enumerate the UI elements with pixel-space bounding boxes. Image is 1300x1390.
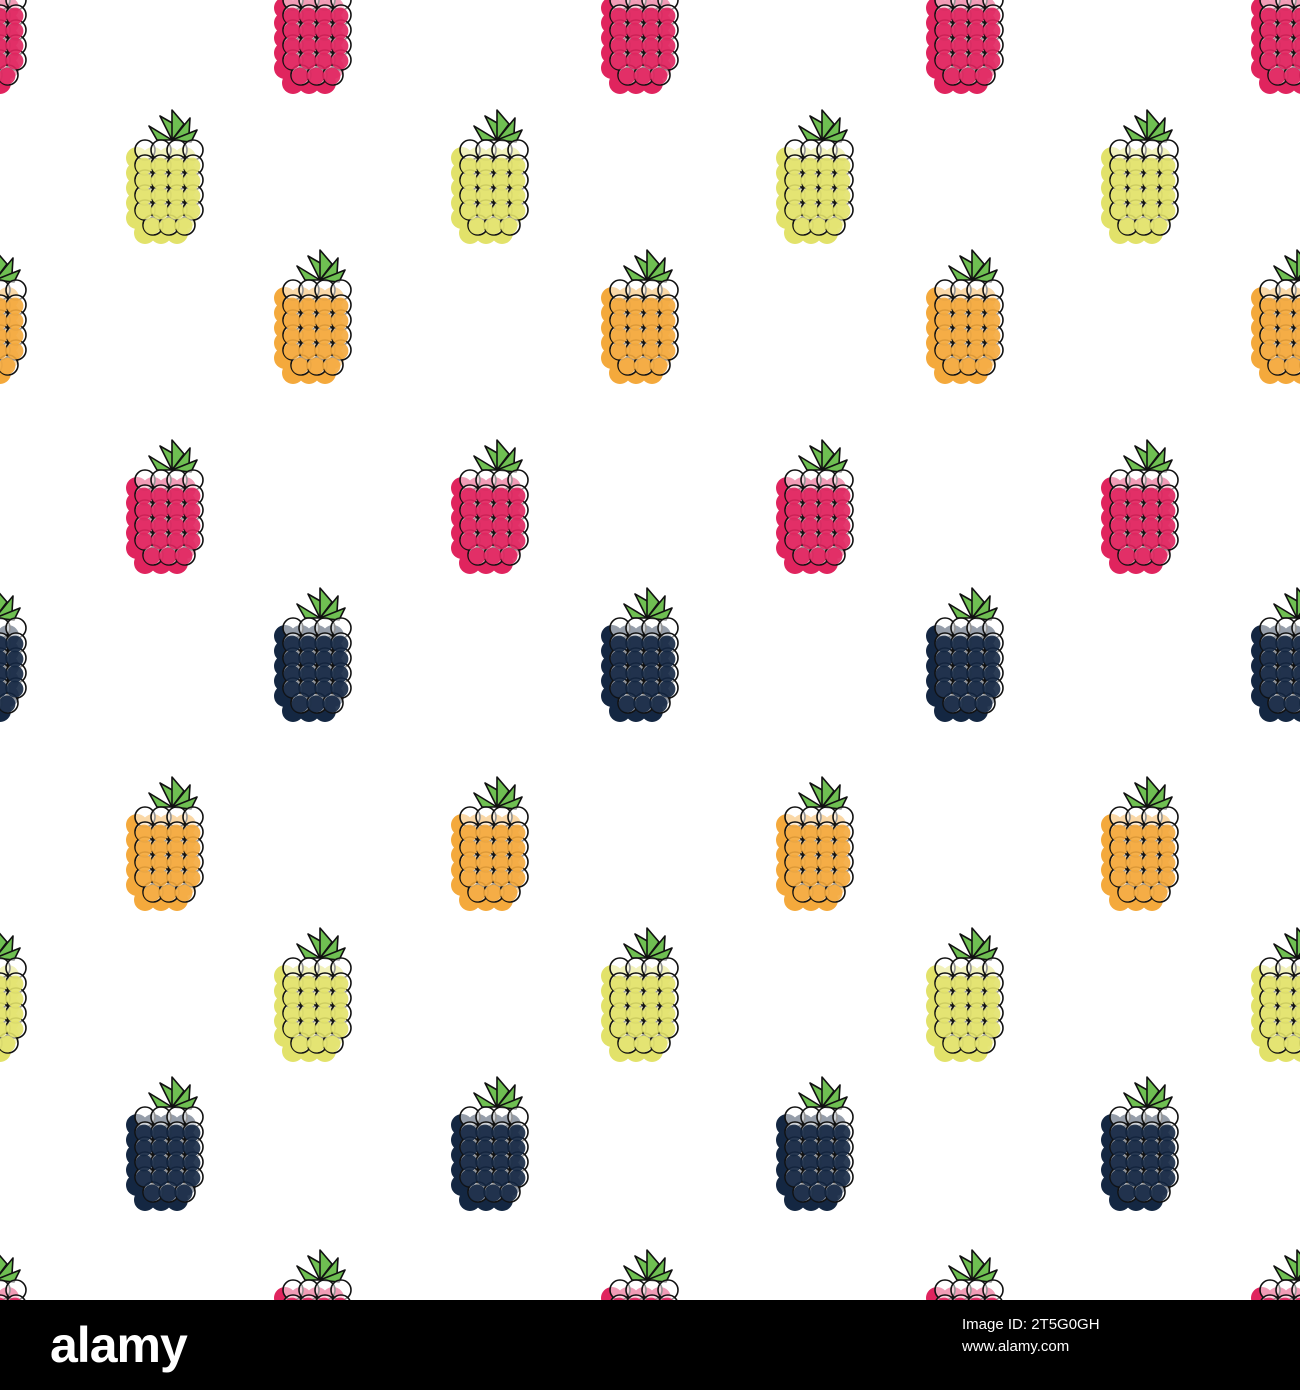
raspberry-icon bbox=[601, 0, 679, 94]
raspberry-icon bbox=[601, 249, 679, 384]
site-url-text: www.alamy.com bbox=[962, 1338, 1070, 1355]
raspberry-icon bbox=[126, 1076, 204, 1211]
berry-pattern bbox=[0, 0, 1300, 1300]
raspberry-icon bbox=[926, 249, 1004, 384]
raspberry-icon bbox=[601, 1249, 679, 1300]
raspberry-icon bbox=[1101, 1076, 1179, 1211]
raspberry-icon bbox=[274, 0, 352, 94]
raspberry-icon bbox=[926, 587, 1004, 722]
image-id-text: Image ID: 2T5G0GH bbox=[962, 1316, 1100, 1333]
raspberry-icon bbox=[0, 254, 27, 384]
raspberry-icon bbox=[1251, 0, 1300, 94]
berry-pattern-canvas bbox=[0, 0, 1300, 1300]
raspberry-icon bbox=[776, 776, 854, 911]
raspberry-icon bbox=[126, 109, 204, 244]
raspberry-icon bbox=[926, 0, 1004, 94]
raspberry-icon bbox=[601, 927, 679, 1062]
raspberry-icon bbox=[274, 927, 352, 1062]
raspberry-icon bbox=[776, 1076, 854, 1211]
raspberry-icon bbox=[274, 1249, 352, 1300]
raspberry-icon bbox=[1251, 1249, 1300, 1300]
raspberry-icon bbox=[126, 439, 204, 574]
raspberry-icon bbox=[451, 776, 529, 911]
raspberry-icon bbox=[0, 1254, 27, 1300]
raspberry-icon bbox=[1101, 439, 1179, 574]
raspberry-icon bbox=[1101, 109, 1179, 244]
raspberry-icon bbox=[126, 776, 204, 911]
image-metadata: Image ID: 2T5G0GH www.alamy.com bbox=[962, 1314, 1222, 1358]
raspberry-icon bbox=[0, 592, 27, 722]
raspberry-icon bbox=[451, 109, 529, 244]
raspberry-icon bbox=[0, 932, 27, 1062]
raspberry-icon bbox=[1101, 776, 1179, 911]
raspberry-icon bbox=[926, 1249, 1004, 1300]
raspberry-icon bbox=[1251, 249, 1300, 384]
raspberry-icon bbox=[451, 1076, 529, 1211]
raspberry-icon bbox=[451, 439, 529, 574]
raspberry-icon bbox=[0, 0, 27, 94]
raspberry-icon bbox=[601, 587, 679, 722]
raspberry-icon bbox=[1251, 927, 1300, 1062]
raspberry-icon bbox=[1251, 587, 1300, 722]
raspberry-icon bbox=[926, 927, 1004, 1062]
raspberry-icon bbox=[274, 249, 352, 384]
raspberry-icon bbox=[776, 109, 854, 244]
alamy-logo: alamy bbox=[50, 1317, 188, 1373]
raspberry-icon bbox=[776, 439, 854, 574]
raspberry-icon bbox=[274, 587, 352, 722]
watermark-footer: alamy Image ID: 2T5G0GH www.alamy.com bbox=[0, 1300, 1300, 1390]
